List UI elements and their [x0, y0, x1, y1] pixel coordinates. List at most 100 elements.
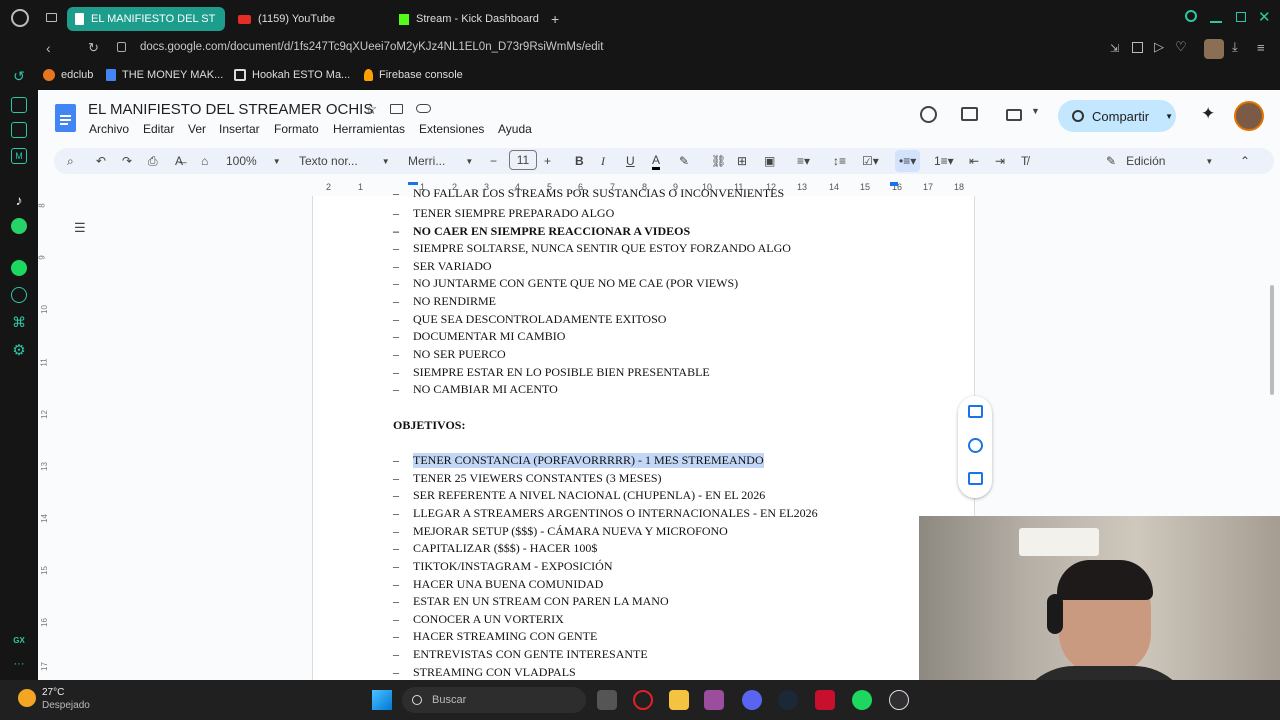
numbered-list-icon[interactable]: 1≡▾: [934, 152, 954, 170]
spotify-icon[interactable]: [11, 260, 27, 276]
account-avatar[interactable]: [1234, 101, 1264, 131]
paint-format-icon[interactable]: ⌂: [201, 152, 208, 170]
history-icon[interactable]: [11, 287, 27, 303]
menu-insertar[interactable]: Insertar: [219, 122, 260, 136]
zoom-select[interactable]: 100% ▼: [226, 152, 281, 170]
share-dropdown-icon[interactable]: ▼: [1165, 112, 1173, 121]
menu-herramientas[interactable]: Herramientas: [333, 122, 405, 136]
gx-icon[interactable]: GX: [11, 632, 27, 648]
link-icon[interactable]: ⛓: [711, 152, 726, 170]
obs-icon[interactable]: [889, 690, 909, 710]
bold-icon[interactable]: B: [575, 152, 584, 170]
ai-icon[interactable]: [11, 97, 27, 113]
mcafee-icon[interactable]: [815, 690, 835, 710]
emoji-reaction-icon[interactable]: [968, 438, 983, 453]
menu-extensiones[interactable]: Extensiones: [419, 122, 484, 136]
discord-icon[interactable]: [742, 690, 762, 710]
search-icon[interactable]: [1185, 10, 1197, 22]
tab-youtube[interactable]: (1159) YouTube: [230, 7, 390, 31]
star-icon[interactable]: ☆: [364, 100, 377, 118]
snipping-tool-icon[interactable]: [704, 690, 724, 710]
docs-logo-icon[interactable]: [55, 104, 76, 132]
download-icon[interactable]: ⤓: [1232, 39, 1238, 55]
menu-ayuda[interactable]: Ayuda: [498, 122, 532, 136]
share-button[interactable]: Compartir ▼: [1058, 100, 1176, 132]
insert-image-icon[interactable]: ▣: [764, 152, 775, 170]
highlight-icon[interactable]: ✎: [679, 152, 689, 170]
font-size-field[interactable]: 11: [509, 150, 537, 170]
bulleted-list-icon[interactable]: •≡▾: [895, 150, 921, 172]
aria-icon[interactable]: ↺: [11, 68, 27, 84]
play-icon[interactable]: ▷: [1154, 39, 1164, 55]
weather-icon[interactable]: [18, 689, 36, 707]
print-icon[interactable]: ⎙: [148, 152, 158, 170]
decrease-size-icon[interactable]: −: [490, 152, 497, 170]
vertical-scrollbar[interactable]: [1270, 285, 1274, 395]
underline-icon[interactable]: U: [626, 152, 635, 170]
spellcheck-icon[interactable]: A̶: [175, 152, 183, 170]
bookmark-hookah[interactable]: Hookah ESTO Ma...: [234, 69, 350, 81]
tab-menu-icon[interactable]: [46, 13, 57, 22]
bookmark-edclub[interactable]: edclub: [43, 69, 93, 81]
paint-icon[interactable]: [11, 122, 27, 138]
version-history-icon[interactable]: [920, 106, 937, 123]
style-select[interactable]: Texto nor... ▼: [299, 152, 390, 170]
add-comment-icon[interactable]: ⊞: [737, 152, 747, 170]
document-title[interactable]: EL MANIFIESTO DEL STREAMER OCHIS: [88, 101, 373, 118]
editing-mode-select[interactable]: ✎ Edición ▼: [1106, 152, 1213, 170]
bookmark-icon[interactable]: ⇲: [1110, 42, 1119, 55]
close-icon[interactable]: ✕: [1258, 8, 1271, 26]
task-view-icon[interactable]: [597, 690, 617, 710]
add-comment-icon[interactable]: [968, 405, 983, 418]
line-spacing-icon[interactable]: ↕≡: [833, 152, 846, 170]
increase-size-icon[interactable]: +: [544, 152, 551, 170]
tab-docs[interactable]: EL MANIFIESTO DEL STREAMER OCHIS: [67, 7, 225, 31]
snapshot-icon[interactable]: [1132, 42, 1143, 53]
file-explorer-icon[interactable]: [669, 690, 689, 710]
minimize-icon[interactable]: [1210, 21, 1222, 23]
meet-dropdown-icon[interactable]: ▼: [1031, 106, 1040, 116]
gemini-icon[interactable]: ✦: [1201, 104, 1215, 124]
document-page[interactable]: – NO FALLAR LOS STREAMS POR SUSTANCIAS O …: [312, 186, 975, 680]
whatsapp-icon[interactable]: [11, 218, 27, 234]
m-app-icon[interactable]: M: [11, 148, 27, 164]
comments-icon[interactable]: [961, 107, 978, 121]
increase-indent-icon[interactable]: ⇥: [995, 152, 1005, 170]
opera-taskbar-icon[interactable]: [633, 690, 653, 710]
redo-icon[interactable]: ↷: [122, 152, 132, 170]
selected-text[interactable]: TENER CONSTANCIA (PORFAVORRRRR) - 1 MES …: [413, 453, 764, 468]
left-indent-marker[interactable]: [408, 182, 418, 185]
decrease-indent-icon[interactable]: ⇤: [969, 152, 979, 170]
start-icon[interactable]: [372, 690, 392, 710]
search-menus-icon[interactable]: ⌕: [67, 152, 74, 170]
undo-icon[interactable]: ↶: [96, 152, 106, 170]
more-icon[interactable]: ≡: [1257, 40, 1265, 55]
align-icon[interactable]: ≡▾: [797, 152, 810, 170]
menu-archivo[interactable]: Archivo: [89, 122, 129, 136]
extensions-icon[interactable]: ⌘: [11, 314, 27, 330]
hide-menus-icon[interactable]: ⌃: [1240, 152, 1250, 170]
text-color-icon[interactable]: A: [652, 152, 661, 170]
new-tab-button[interactable]: +: [551, 11, 559, 27]
outline-icon[interactable]: ☰: [74, 220, 86, 236]
meet-icon[interactable]: [1006, 109, 1022, 121]
reload-icon[interactable]: ↻: [88, 40, 99, 56]
clear-format-icon[interactable]: T̸: [1021, 152, 1028, 170]
url-field[interactable]: docs.google.com/document/d/1fs247Tc9qXUe…: [140, 41, 603, 53]
right-indent-marker[interactable]: [890, 182, 898, 186]
menu-formato[interactable]: Formato: [274, 122, 319, 136]
move-folder-icon[interactable]: [390, 104, 403, 114]
suggest-edits-icon[interactable]: [968, 472, 983, 485]
bookmark-firebase[interactable]: Firebase console: [364, 69, 463, 81]
menu-ver[interactable]: Ver: [188, 122, 206, 136]
temperature[interactable]: 27°C: [42, 687, 64, 698]
back-icon[interactable]: ‹: [46, 40, 51, 56]
steam-icon[interactable]: [778, 690, 798, 710]
checklist-icon[interactable]: ☑▾: [862, 152, 879, 170]
spotify-taskbar-icon[interactable]: [852, 690, 872, 710]
italic-icon[interactable]: I: [601, 152, 605, 170]
heart-icon[interactable]: ♡: [1175, 39, 1187, 55]
profile-avatar[interactable]: [1204, 39, 1224, 59]
tab-kick[interactable]: Stream - Kick Dashboard: [391, 7, 551, 31]
more-sidebar-icon[interactable]: ···: [11, 656, 27, 672]
